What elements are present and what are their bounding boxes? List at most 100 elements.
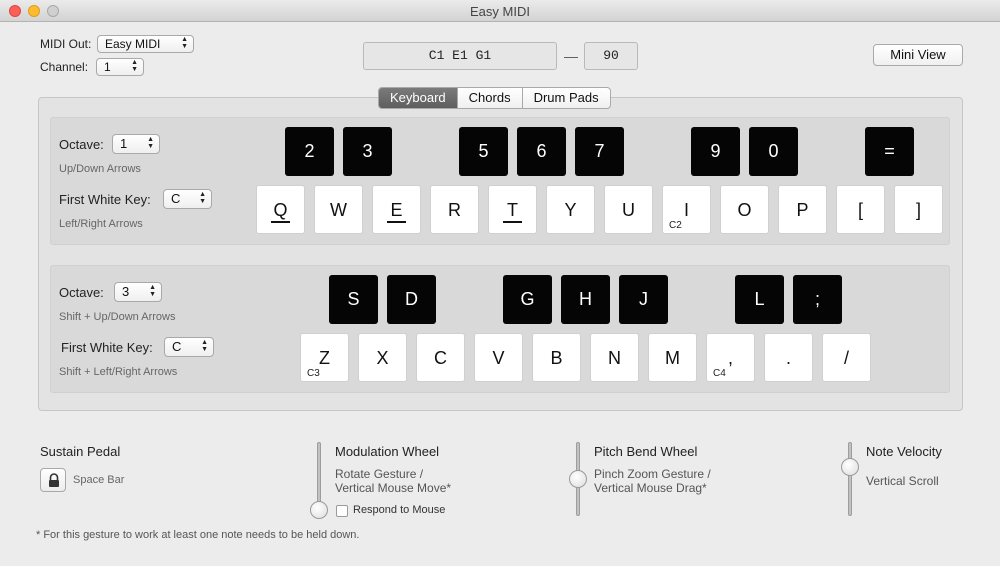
velocity-display: 90 <box>584 42 638 70</box>
black-key[interactable]: G <box>503 275 552 324</box>
white-key[interactable]: ] <box>894 185 943 234</box>
channel-value: 1 <box>104 60 111 74</box>
white-key[interactable]: Q <box>256 185 305 234</box>
white-key[interactable]: N <box>590 333 639 382</box>
black-key[interactable]: 2 <box>285 127 334 176</box>
white-key[interactable]: O <box>720 185 769 234</box>
row1-octave-value: 1 <box>120 136 128 151</box>
respond-to-mouse-label: Respond to Mouse <box>353 504 446 516</box>
updown-chevron-icon: ▲ ▼ <box>199 191 206 205</box>
black-key[interactable]: 7 <box>575 127 624 176</box>
key-label: ] <box>915 200 921 220</box>
black-key[interactable]: S <box>329 275 378 324</box>
note-label: C3 <box>307 368 320 379</box>
row2-octave-popup[interactable]: 3 ▲ ▼ <box>114 282 162 302</box>
black-key[interactable]: 3 <box>343 127 392 176</box>
modulation-slider-knob[interactable] <box>310 501 328 519</box>
note-label: C4 <box>713 368 726 379</box>
black-key[interactable]: H <box>561 275 610 324</box>
tab-bar: Keyboard Chords Drum Pads <box>378 87 611 109</box>
midi-out-label: MIDI Out: <box>40 37 92 51</box>
white-key[interactable]: E <box>372 185 421 234</box>
tab-chords[interactable]: Chords <box>456 88 522 108</box>
black-key[interactable]: = <box>865 127 914 176</box>
white-key[interactable]: M <box>648 333 697 382</box>
row1-octave-label: Octave: <box>59 137 104 152</box>
title-bar: Easy MIDI <box>0 0 1000 22</box>
white-key[interactable]: B <box>532 333 581 382</box>
key-label: R <box>448 200 461 220</box>
velocity-title: Note Velocity <box>866 444 942 459</box>
midi-out-value: Easy MIDI <box>105 37 161 51</box>
white-key[interactable]: Y <box>546 185 595 234</box>
velocity-hint: Vertical Scroll <box>866 474 939 488</box>
key-label: M <box>665 348 680 368</box>
mini-view-button[interactable]: Mini View <box>873 44 963 66</box>
display-separator: — <box>564 48 578 64</box>
sustain-lock-button[interactable] <box>40 468 66 492</box>
updown-chevron-icon: ▲ ▼ <box>201 339 208 353</box>
black-key[interactable]: D <box>387 275 436 324</box>
key-label: Y <box>564 200 577 220</box>
black-key[interactable]: 6 <box>517 127 566 176</box>
white-key[interactable]: , C4 <box>706 333 755 382</box>
white-key[interactable]: W <box>314 185 363 234</box>
row1-octave-hint: Up/Down Arrows <box>59 163 141 175</box>
pressed-indicator <box>503 221 522 223</box>
tab-drum-pads[interactable]: Drum Pads <box>521 88 610 108</box>
black-key[interactable]: 0 <box>749 127 798 176</box>
key-label: I <box>683 200 689 220</box>
white-key[interactable]: I C2 <box>662 185 711 234</box>
black-key[interactable]: 9 <box>691 127 740 176</box>
lock-icon <box>49 473 59 487</box>
white-key[interactable]: T <box>488 185 537 234</box>
note-label: C2 <box>669 220 682 231</box>
key-label: U <box>622 200 635 220</box>
white-key[interactable]: . <box>764 333 813 382</box>
white-key[interactable]: / <box>822 333 871 382</box>
white-key[interactable]: Z C3 <box>300 333 349 382</box>
key-label: V <box>492 348 505 368</box>
respond-to-mouse-checkbox[interactable] <box>336 505 348 517</box>
black-key[interactable]: 5 <box>459 127 508 176</box>
velocity-slider-track[interactable] <box>848 442 852 516</box>
key-label: Z <box>319 348 330 368</box>
row1-first-white-popup[interactable]: C ▲ ▼ <box>163 189 212 209</box>
pitch-bend-title: Pitch Bend Wheel <box>594 444 698 459</box>
key-label: C <box>434 348 447 368</box>
velocity-slider-knob[interactable] <box>841 458 859 476</box>
gesture-footnote: * For this gesture to work at least one … <box>36 529 360 541</box>
white-key[interactable]: [ <box>836 185 885 234</box>
white-key[interactable]: X <box>358 333 407 382</box>
key-label: P <box>796 200 809 220</box>
key-label: E <box>390 200 403 220</box>
updown-chevron-icon: ▲ ▼ <box>147 136 154 150</box>
key-label: . <box>785 348 791 368</box>
key-label: O <box>737 200 752 220</box>
key-label: N <box>608 348 621 368</box>
row2-octave-value: 3 <box>122 284 130 299</box>
channel-label: Channel: <box>40 60 89 74</box>
row1-octave-popup[interactable]: 1 ▲ ▼ <box>112 134 160 154</box>
pitch-bend-hint-2: Vertical Mouse Drag* <box>594 481 707 495</box>
white-key[interactable]: P <box>778 185 827 234</box>
white-key[interactable]: V <box>474 333 523 382</box>
pitch-bend-slider-knob[interactable] <box>569 470 587 488</box>
key-label: T <box>507 200 518 220</box>
white-key[interactable]: U <box>604 185 653 234</box>
black-key[interactable]: ; <box>793 275 842 324</box>
sustain-hint: Space Bar <box>73 474 125 486</box>
white-key[interactable]: R <box>430 185 479 234</box>
key-label: W <box>330 200 347 220</box>
chord-display: C1 E1 G1 <box>363 42 557 70</box>
black-key[interactable]: L <box>735 275 784 324</box>
updown-chevron-icon: ▲ ▼ <box>181 36 188 50</box>
tab-keyboard[interactable]: Keyboard <box>379 88 457 108</box>
midi-out-popup[interactable]: Easy MIDI ▲ ▼ <box>97 35 194 53</box>
row2-first-white-popup[interactable]: C ▲ ▼ <box>164 337 214 357</box>
black-key[interactable]: J <box>619 275 668 324</box>
white-key[interactable]: C <box>416 333 465 382</box>
window-title: Easy MIDI <box>470 4 530 19</box>
channel-popup[interactable]: 1 ▲ ▼ <box>96 58 144 76</box>
modulation-hint-1: Rotate Gesture / <box>335 467 424 481</box>
